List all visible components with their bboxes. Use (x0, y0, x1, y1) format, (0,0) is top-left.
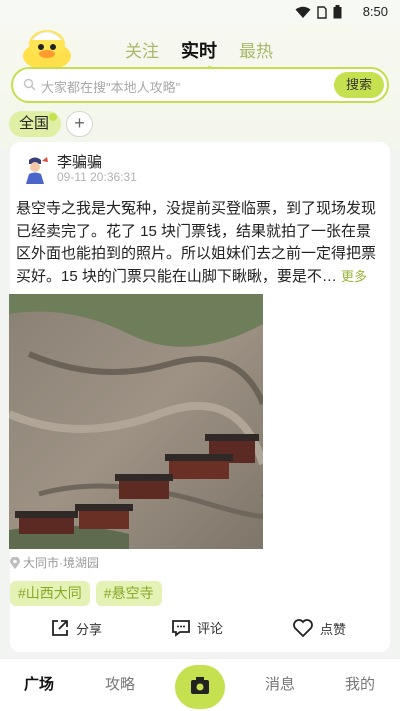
heart-icon (293, 619, 313, 638)
camera-icon (191, 677, 209, 694)
search-bar[interactable]: 大家都在搜"本地人攻略" 搜索 (11, 67, 389, 103)
location-pin-icon (10, 556, 20, 569)
more-link[interactable]: 更多 (341, 269, 367, 284)
post-time: 09-11 20:36:31 (57, 170, 137, 184)
post-card[interactable]: 李骗骗 09-11 20:36:31 悬空寺之我是大冤种，没提前买登临票，到了现… (9, 142, 390, 652)
status-icons (295, 5, 342, 19)
nav-guides[interactable]: 攻略 (105, 673, 135, 694)
post-text[interactable]: 悬空寺之我是大冤种，没提前买登临票，到了现场发现已经卖完了。花了 15 块门票钱… (16, 198, 384, 288)
share-button[interactable]: 分享 (50, 618, 102, 638)
avatar[interactable] (20, 155, 50, 185)
tag-hanging-temple[interactable]: #悬空寺 (95, 581, 162, 606)
comment-label: 评论 (197, 621, 224, 636)
tag-shanxi-datong[interactable]: #山西大同 (10, 581, 90, 606)
feed-tabs: 关注 实时 最热 (125, 37, 273, 72)
search-placeholder[interactable]: 大家都在搜"本地人攻略" (41, 77, 180, 96)
tab-realtime[interactable]: 实时 (181, 37, 217, 72)
status-bar: 8:50 (0, 0, 400, 24)
post-text-content: 悬空寺之我是大冤种，没提前买登临票，到了现场发现已经卖完了。花了 15 块门票钱… (16, 200, 377, 285)
bottom-nav: 广场 攻略 消息 我的 (0, 658, 400, 711)
tab-follow[interactable]: 关注 (125, 37, 159, 63)
battery-icon (333, 5, 342, 19)
nav-plaza[interactable]: 广场 (24, 673, 54, 694)
mascot-logo[interactable] (20, 24, 74, 72)
search-icon (23, 78, 36, 91)
nav-messages[interactable]: 消息 (265, 673, 295, 694)
region-label: 全国 (19, 115, 50, 132)
status-time: 8:50 (362, 4, 388, 19)
add-region-button[interactable]: + (66, 111, 93, 137)
tab-hot[interactable]: 最热 (239, 37, 273, 63)
header: 关注 实时 最热 大家都在搜"本地人攻略" 搜索 全国 + (0, 24, 400, 148)
region-indicator-dot (49, 113, 57, 121)
like-label: 点赞 (320, 621, 347, 637)
location-label: 大同市·境湖园 (23, 556, 99, 570)
like-button[interactable]: 点赞 (292, 618, 346, 638)
cliff-temple-image (9, 294, 263, 549)
region-selector[interactable]: 全国 (9, 111, 61, 137)
comment-icon (172, 619, 190, 637)
wifi-icon (295, 6, 311, 18)
post-actions: 分享 评论 点赞 (10, 618, 390, 644)
post-tags: #山西大同 #悬空寺 (10, 581, 162, 606)
sim-icon (317, 5, 327, 19)
tab-realtime-label: 实时 (181, 41, 217, 61)
share-icon (52, 620, 68, 636)
author-name[interactable]: 李骗骗 (57, 151, 102, 172)
post-location[interactable]: 大同市·境湖园 (10, 554, 99, 571)
share-label: 分享 (76, 621, 103, 637)
nav-mine[interactable]: 我的 (345, 673, 375, 694)
post-photo[interactable] (9, 294, 263, 549)
camera-button[interactable] (175, 665, 225, 709)
search-button[interactable]: 搜索 (334, 72, 384, 98)
comment-button[interactable]: 评论 (171, 618, 223, 637)
